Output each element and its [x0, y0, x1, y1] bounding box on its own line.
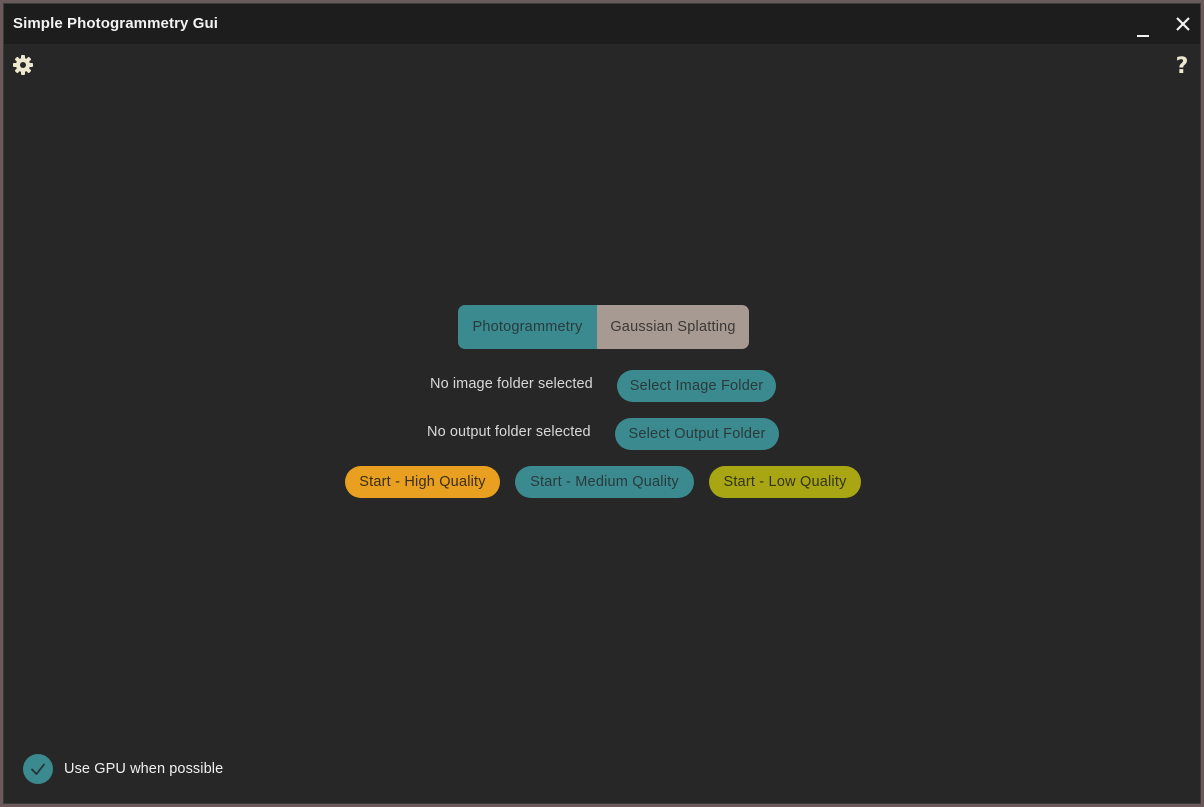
tab-gaussian-splatting[interactable]: Gaussian Splatting — [597, 305, 749, 349]
select-output-folder-button[interactable]: Select Output Folder — [615, 418, 779, 450]
mode-toggle: Photogrammetry Gaussian Splatting — [458, 305, 749, 349]
tab-photogrammetry[interactable]: Photogrammetry — [458, 305, 597, 349]
minimize-button[interactable] — [1128, 10, 1158, 40]
help-button[interactable]: ? — [1170, 53, 1194, 79]
start-high-quality-button[interactable]: Start - High Quality — [345, 466, 500, 498]
gpu-checkbox[interactable]: Use GPU when possible — [23, 754, 223, 784]
start-low-quality-button[interactable]: Start - Low Quality — [709, 466, 861, 498]
checkmark-icon — [31, 763, 45, 775]
select-image-folder-button[interactable]: Select Image Folder — [617, 370, 776, 402]
close-button[interactable] — [1168, 10, 1198, 40]
gpu-checkbox-label: Use GPU when possible — [64, 761, 224, 777]
window-title: Simple Photogrammetry Gui — [13, 15, 219, 32]
app-window: Simple Photogrammetry Gui ? Photogrammet… — [3, 3, 1201, 804]
svg-text:?: ? — [1176, 54, 1189, 77]
start-medium-quality-button[interactable]: Start - Medium Quality — [515, 466, 694, 498]
title-bar: Simple Photogrammetry Gui — [4, 4, 1200, 44]
close-icon — [1176, 17, 1190, 31]
image-folder-status: No image folder selected — [430, 376, 593, 392]
help-icon: ? — [1176, 54, 1189, 79]
settings-button[interactable] — [11, 53, 35, 77]
checkbox-indicator[interactable] — [23, 754, 53, 784]
output-folder-status: No output folder selected — [427, 424, 591, 440]
gear-icon — [13, 55, 33, 75]
